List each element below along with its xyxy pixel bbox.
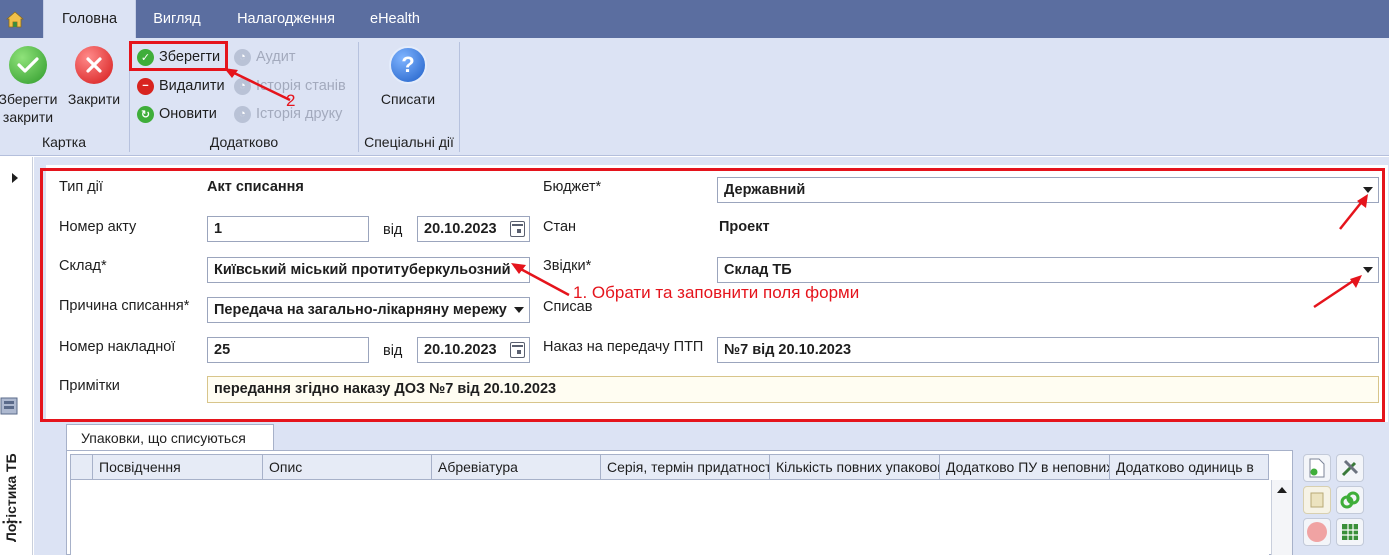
scroll-up-icon[interactable] — [1277, 487, 1287, 493]
group-label-extra: Додатково — [209, 134, 279, 150]
delete-button[interactable]: − Видалити — [137, 74, 225, 98]
refresh-label: Оновити — [159, 106, 217, 122]
close-button[interactable]: Закрити — [62, 46, 126, 108]
remove-icon[interactable] — [1303, 518, 1331, 546]
spreadsheet-icon[interactable] — [1336, 518, 1364, 546]
refresh-button[interactable]: ↻ Оновити — [137, 102, 217, 126]
module-icon[interactable] — [0, 395, 20, 417]
annotation-arrow-step-2 — [224, 68, 291, 102]
add-document-icon[interactable] — [1303, 454, 1331, 482]
column-header[interactable]: Абревіатура — [432, 455, 601, 479]
tab-view[interactable]: Вигляд — [139, 0, 215, 38]
annotation-arrow-warehouse — [511, 263, 570, 297]
column-header[interactable]: Додатково ПУ в неповних — [940, 455, 1110, 479]
left-nav-strip: Логістика ТБ ▪▪▪▪▪ — [0, 157, 33, 555]
group-separator — [459, 42, 460, 152]
annotation-step-1: 1. Обрати та заповнити поля форми — [573, 283, 860, 302]
expand-arrow-icon[interactable] — [12, 173, 18, 183]
refresh-icon: ↻ — [137, 105, 154, 123]
home-icon[interactable] — [0, 0, 30, 38]
group-label-special: Спеціальні дії — [364, 134, 454, 150]
write-off-button[interactable]: ? Списати — [368, 46, 448, 108]
delete-label: Видалити — [159, 78, 225, 94]
save-highlight-box — [129, 41, 228, 71]
close-label: Закрити — [67, 91, 121, 107]
delete-icon: − — [137, 77, 154, 95]
left-panel-title[interactable]: Логістика ТБ — [3, 453, 19, 542]
column-header[interactable]: Серія, термін придатності — [601, 455, 770, 479]
tools-icon[interactable] — [1336, 454, 1364, 482]
write-off-label: Списати — [380, 91, 436, 107]
packages-grid-body[interactable] — [70, 480, 1269, 555]
help-icon: ? — [389, 46, 427, 84]
column-header[interactable]: Посвідчення — [93, 455, 263, 479]
tab-settings[interactable]: Налагодження — [222, 0, 350, 38]
annotation-arrow-budget — [1339, 194, 1368, 230]
check-icon — [9, 46, 47, 84]
ribbon-tab-bar: Головна Вигляд Налагодження eHealth — [0, 0, 1389, 38]
tab-packages[interactable]: Упаковки, що списуються — [66, 424, 274, 451]
audit-icon: ◔ — [234, 48, 251, 66]
row-selector-header — [71, 455, 93, 479]
column-header[interactable]: Додатково одиниць в — [1110, 455, 1268, 479]
tab-ehealth[interactable]: eHealth — [356, 0, 434, 38]
column-header[interactable]: Кількість повних упаковок — [770, 455, 940, 479]
save-close-label: Зберегти закрити — [0, 91, 58, 125]
tab-home[interactable]: Головна — [43, 0, 136, 38]
vertical-scrollbar[interactable] — [1271, 480, 1292, 555]
save-close-button[interactable]: Зберегти закрити — [0, 46, 64, 126]
close-icon — [75, 46, 113, 84]
grip-icon[interactable]: ▪▪▪▪▪ — [2, 517, 23, 527]
link-icon[interactable] — [1336, 486, 1364, 514]
group-label-card: Картка — [41, 134, 87, 150]
packages-grid-header: Посвідчення Опис Абревіатура Серія, терм… — [70, 454, 1269, 480]
annotation-arrow-source — [1313, 275, 1362, 309]
column-header[interactable]: Опис — [263, 455, 432, 479]
copy-icon[interactable] — [1303, 486, 1331, 514]
audit-label: Аудит — [256, 49, 296, 65]
